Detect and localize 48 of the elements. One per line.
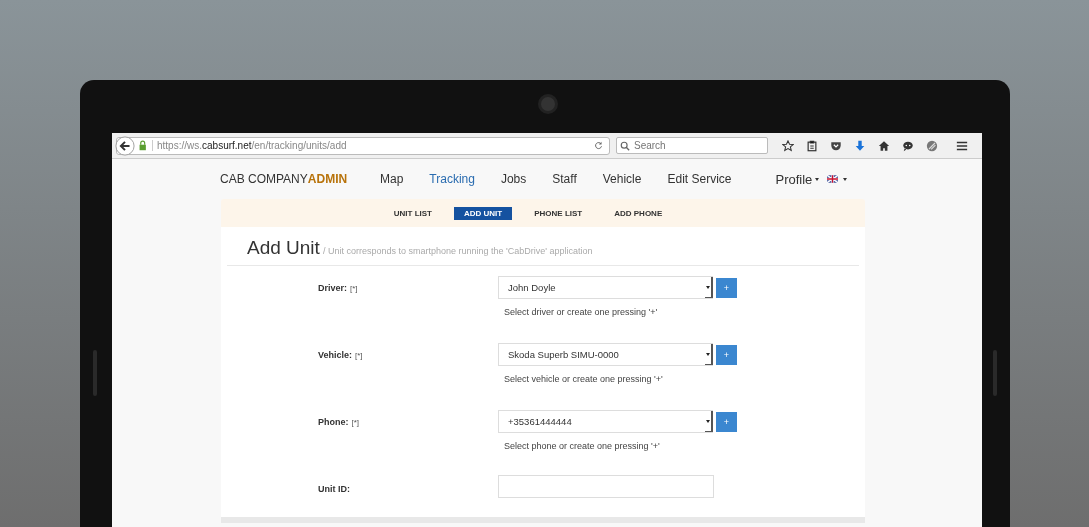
clipboard-icon[interactable]	[806, 139, 818, 152]
required-mark: [*]	[351, 418, 360, 427]
dropdown-field[interactable]: +35361444444	[498, 410, 713, 433]
field-label: Vehicle:	[318, 350, 353, 360]
field-label: Phone:	[318, 417, 349, 427]
page-subtitle: / Unit corresponds to smartphone running the 'CabDrive' application	[322, 246, 593, 256]
nav-link[interactable]: Edit Service	[667, 172, 732, 186]
flag-icon	[827, 175, 839, 183]
help-text: Select driver or create one pressing '+'	[503, 307, 659, 317]
brand-logo[interactable]: CAB COMPANYADMIN	[220, 172, 380, 186]
url-text: https://ws.cabsurf.net/en/tracking/units/add	[152, 140, 591, 151]
required-mark: [*]	[355, 351, 363, 360]
page-title: Add Unit	[247, 237, 320, 259]
home-icon[interactable]	[878, 139, 890, 152]
reload-icon[interactable]	[594, 141, 603, 150]
download-icon[interactable]	[854, 139, 866, 152]
pocket-icon[interactable]	[830, 139, 842, 152]
webcam-icon	[538, 94, 558, 114]
nav-link[interactable]: Tracking	[429, 172, 475, 186]
field-label: Unit ID:	[318, 484, 350, 494]
required-mark: [*]	[350, 284, 358, 293]
star-icon[interactable]	[782, 139, 794, 152]
help-text: Select vehicle or create one pressing '+'	[503, 374, 664, 384]
help-text: Select phone or create one pressing '+'	[503, 441, 661, 451]
subnav-tab[interactable]: PHONE LIST	[524, 206, 593, 220]
input-field[interactable]	[498, 475, 714, 498]
add-button[interactable]: +	[716, 344, 737, 365]
dropdown-field[interactable]: Skoda Superb SIMU-0000	[498, 343, 713, 366]
subnav-tab[interactable]: ADD UNIT	[454, 206, 513, 220]
add-button[interactable]: +	[716, 277, 737, 298]
lock-icon	[138, 140, 149, 151]
chat-icon[interactable]	[902, 139, 914, 152]
subnav-tab[interactable]: ADD PHONE	[604, 206, 673, 220]
back-icon[interactable]	[115, 135, 135, 156]
nav-link[interactable]: Jobs	[500, 172, 527, 186]
profile-menu[interactable]: Profile	[775, 171, 820, 187]
extension-icon[interactable]	[926, 139, 938, 152]
field-label: Driver:	[318, 283, 347, 293]
nav-link[interactable]: Staff	[552, 172, 577, 186]
language-menu[interactable]	[827, 175, 848, 183]
subnav-tab[interactable]: UNIT LIST	[383, 206, 442, 220]
menu-icon[interactable]	[956, 139, 968, 152]
nav-link[interactable]: Map	[380, 172, 404, 186]
add-button[interactable]: +	[716, 411, 737, 432]
url-bar[interactable]: https://ws.cabsurf.net/en/tracking/units/add	[116, 136, 610, 155]
search-field[interactable]: Search	[616, 137, 768, 154]
nav-link[interactable]: Vehicle	[602, 172, 642, 186]
dropdown-field[interactable]: John Doyle	[498, 276, 713, 299]
